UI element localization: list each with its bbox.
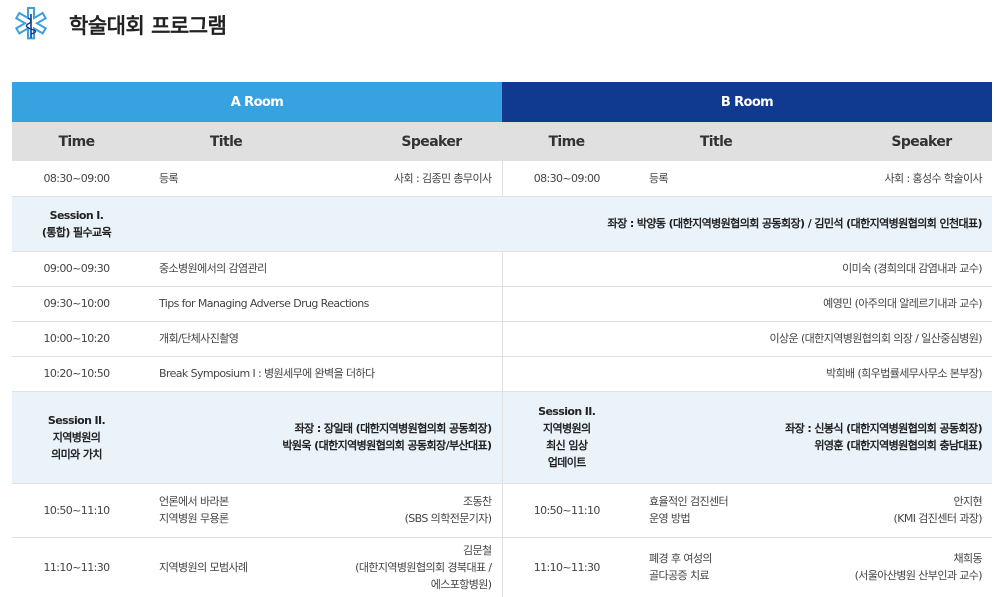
speaker-cell: 사회 : 김종민 총무이사 [311, 161, 503, 197]
speaker-line: 김문철 [462, 543, 492, 557]
speaker-line: 조동찬 [462, 495, 492, 508]
speaker-cell: 사회 : 홍성수 학술이사 [801, 161, 992, 197]
speaker-cell: 채희동 (서울아산병원 산부인과 교수) [801, 537, 992, 597]
session-label-line: 지역병원의 [52, 430, 101, 444]
column-header-speaker-b: Speaker [801, 122, 992, 161]
time-cell: 11:10~11:30 [502, 537, 631, 597]
time-cell: 10:50~11:10 [502, 483, 631, 538]
title-cell: 지역병원의 모범사례 [141, 537, 311, 597]
session-chair: 좌장 : 박양동 (대한지역병원협의회 공동회장) / 김민석 (대한지역병원협… [141, 196, 992, 252]
speaker-cell: 이상운 (대한지역병원협의회 의장 / 일산중심병원) [502, 321, 992, 357]
table-row-session-1: Session I. (통합) 필수교육 좌장 : 박양동 (대한지역병원협의회… [12, 196, 992, 252]
title-line: 지역병원 무용론 [159, 512, 229, 525]
table-row: 10:50~11:10 언론에서 바라본 지역병원 무용론 조동찬 (SBS 의… [12, 483, 992, 538]
time-cell: 09:30~10:00 [12, 286, 141, 322]
table-row: 11:10~11:30 지역병원의 모범사례 김문철 (대한지역병원협의회 경북… [12, 537, 992, 597]
column-header-title-a: Title [141, 122, 311, 161]
session-label-line: 최신 임상 [546, 439, 588, 452]
time-cell: 08:30~09:00 [12, 161, 141, 197]
speaker-line: 안지현 [953, 495, 982, 508]
column-header-speaker-a: Speaker [311, 122, 502, 161]
speaker-cell: 예영민 (아주의대 알레르기내과 교수) [502, 286, 992, 322]
program-table: A Room B Room Time Title Speaker Time Ti… [12, 82, 992, 597]
speaker-line: 채희동 [953, 552, 982, 565]
title-line: 언론에서 바라본 [159, 495, 229, 508]
speaker-cell: 이미숙 (경희의대 감염내과 교수) [502, 251, 992, 287]
medical-star-of-life-icon [14, 7, 48, 40]
speaker-line: (서울아산병원 산부인과 교수) [854, 569, 983, 582]
speaker-line: (대한지역병원협의회 경북대표 / [355, 560, 492, 574]
table-row: 09:00~09:30 중소병원에서의 감염관리 이미숙 (경희의대 감염내과 … [12, 251, 992, 287]
page-header: 학술대회 프로그램 [10, 4, 227, 46]
session-label-line: 의미와 가치 [51, 447, 102, 461]
column-header-time-a: Time [12, 122, 141, 161]
title-cell: 중소병원에서의 감염관리 [141, 251, 503, 287]
session-label-line: Session I. [49, 208, 104, 222]
title-line: 골다공증 치료 [649, 569, 710, 582]
speaker-line: 에스포항병원) [430, 577, 492, 591]
speaker-line: (SBS 의학전문기자) [404, 512, 493, 525]
title-line: 운영 방법 [649, 512, 691, 525]
time-cell: 08:30~09:00 [502, 161, 631, 197]
page-title: 학술대회 프로그램 [69, 14, 227, 38]
time-cell: 10:00~10:20 [12, 321, 141, 357]
speaker-line: (KMI 검진센터 과장) [893, 512, 983, 525]
column-header-title-b: Title [631, 122, 801, 161]
time-cell: 10:50~11:10 [12, 483, 141, 538]
session-label: Session I. (통합) 필수교육 [12, 196, 141, 252]
speaker-cell: 안지현 (KMI 검진센터 과장) [801, 483, 992, 538]
session-label-line: (통합) 필수교육 [41, 225, 112, 239]
chair-line: 좌장 : 장일태 (대한지역병원협의회 공동회장) [294, 422, 493, 435]
title-line: 폐경 후 여성의 [649, 552, 713, 565]
table-row-registration: 08:30~09:00 등록 사회 : 김종민 총무이사 08:30~09:00… [12, 161, 992, 197]
title-cell: 효율적인 검진센터 운영 방법 [631, 483, 801, 538]
title-cell: 등록 [141, 161, 311, 197]
session-label-a: Session II. 지역병원의 의미와 가치 [12, 391, 141, 484]
table-row-session-2: Session II. 지역병원의 의미와 가치 좌장 : 장일태 (대한지역병… [12, 391, 992, 484]
chair-line: 위영훈 (대한지역병원협의회 충남대표) [814, 439, 982, 452]
session-label-line: 지역병원의 [542, 422, 591, 435]
session-chair-a: 좌장 : 장일태 (대한지역병원협의회 공동회장) 박원욱 (대한지역병원협의회… [141, 391, 503, 484]
session-chair-b: 좌장 : 신봉식 (대한지역병원협의회 공동회장) 위영훈 (대한지역병원협의회… [631, 391, 992, 484]
chair-line: 좌장 : 신봉식 (대한지역병원협의회 공동회장) [785, 422, 983, 435]
table-row: 10:20~10:50 Break Symposium I : 병원세무에 완벽… [12, 356, 992, 392]
title-cell: 등록 [631, 161, 801, 197]
room-b-header: B Room [502, 82, 992, 122]
title-cell: 언론에서 바라본 지역병원 무용론 [141, 483, 311, 538]
speaker-cell: 조동찬 (SBS 의학전문기자) [311, 483, 503, 538]
session-label-line: Session II. [47, 413, 106, 427]
title-cell: 개회/단체사진촬영 [141, 321, 503, 357]
time-cell: 10:20~10:50 [12, 356, 141, 392]
speaker-cell: 김문철 (대한지역병원협의회 경북대표 / 에스포항병원) [311, 537, 503, 597]
session-label-line: 업데이트 [547, 456, 587, 469]
column-header-time-b: Time [502, 122, 631, 161]
title-line: 효율적인 검진센터 [649, 495, 729, 508]
room-a-header: A Room [12, 82, 502, 122]
title-cell: 폐경 후 여성의 골다공증 치료 [631, 537, 801, 597]
title-cell: Break Symposium I : 병원세무에 완벽을 더하다 [141, 356, 503, 392]
table-row: 10:00~10:20 개회/단체사진촬영 이상운 (대한지역병원협의회 의장 … [12, 321, 992, 357]
time-cell: 09:00~09:30 [12, 251, 141, 287]
chair-line: 박원욱 (대한지역병원협의회 공동회장/부산대표) [282, 439, 492, 452]
time-cell: 11:10~11:30 [12, 537, 141, 597]
speaker-cell: 박희배 (희우법률세무사무소 본부장) [502, 356, 992, 392]
table-row: 09:30~10:00 Tips for Managing Adverse Dr… [12, 286, 992, 322]
session-label-b: Session II. 지역병원의 최신 임상 업데이트 [502, 391, 631, 484]
session-label-line: Session II. [538, 405, 596, 418]
title-cell: Tips for Managing Adverse Drug Reactions [141, 286, 503, 322]
